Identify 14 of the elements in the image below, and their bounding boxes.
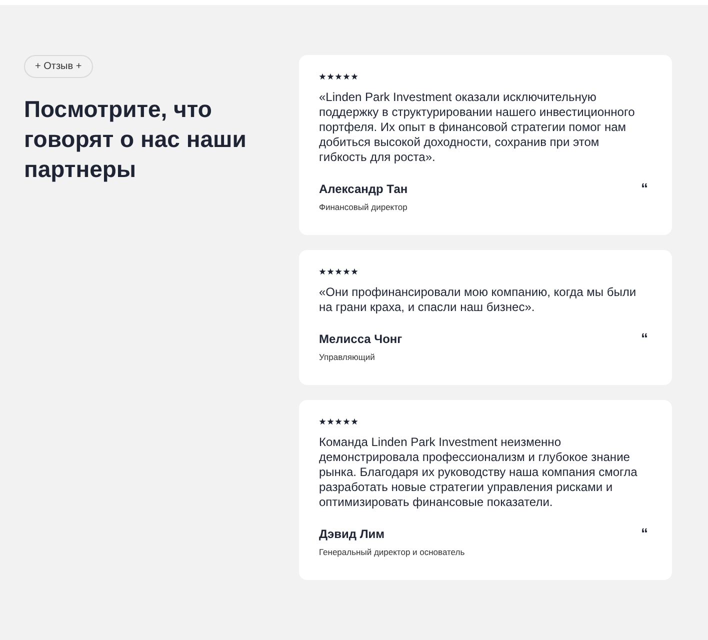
author-name: Мелисса Чонг [319, 331, 402, 347]
author-role: Управляющий [319, 351, 376, 363]
author-name: Александр Тан [319, 181, 408, 197]
testimonial-quote: «Они профинансировали мою компанию, когда мы были на грани краха, и спасли наш бизнес». [319, 285, 638, 315]
section-heading: Посмотрите, что говорят о нас наши партнеры [24, 95, 248, 184]
testimonial-quote: «Linden Park Investment оказали исключительную поддержку в структурировании нашего инвестиционного портфеля. Их опыт в финансовой стратегии помог нам добиться высокой доходности, сохранив при этом гибкость для роста». [319, 90, 636, 165]
author-name: Дэвид Лим [319, 526, 386, 542]
quote-mark: “ [641, 181, 648, 195]
quote-mark: “ [641, 526, 648, 540]
testimonial-quote: Команда Linden Park Investment неизменно демонстрировала профессионализм и глубокое знание рынка. Благодаря их руководству наша компания смогла разработать новые стратегии управления рисками и оптимизировать финансовые показатели. [319, 435, 638, 510]
quote-mark: “ [641, 331, 648, 345]
author-role: Генеральный директор и основатель [319, 546, 465, 558]
author-role: Финансовый директор [319, 201, 408, 213]
tag-label: + Отзыв + [24, 55, 93, 78]
